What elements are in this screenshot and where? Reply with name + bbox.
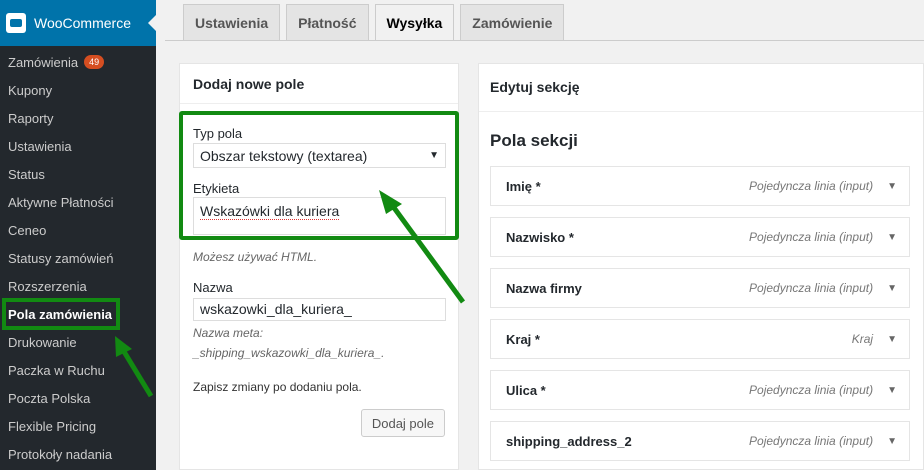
field-row-type: Pojedyncza linia (input) <box>749 179 874 193</box>
tab-platnosc[interactable]: Płatność <box>286 4 369 40</box>
field-row-name: Nazwa firmy <box>506 280 582 296</box>
add-field-button[interactable]: Dodaj pole <box>360 409 445 437</box>
sidebar-item-label: Paczka w Ruchu <box>8 362 105 378</box>
sidebar-item-label: Drukowanie <box>8 334 77 350</box>
sidebar-item-label: Poczta Polska <box>8 390 91 406</box>
field-row-type: Kraj <box>851 332 874 346</box>
sidebar-item-label: Zamówienia <box>8 54 79 70</box>
field-row-ulica[interactable]: Ulica * Pojedyncza linia (input) ▼ <box>490 370 910 410</box>
woocommerce-menu-header[interactable]: WooCommerce <box>0 0 156 46</box>
field-row-name: Nazwisko * <box>506 229 574 245</box>
add-field-panel: Dodaj nowe pole Typ pola Obszar tekstowy… <box>179 63 459 470</box>
sidebar-item-ustawienia[interactable]: Ustawienia <box>0 132 156 160</box>
sidebar-item-poczta-polska[interactable]: Poczta Polska <box>0 384 156 412</box>
highlight-box-menu <box>2 298 120 330</box>
tab-zamowienie[interactable]: Zamówienie <box>460 4 565 40</box>
sidebar-item-label: Kupony <box>8 82 53 98</box>
sidebar-item-label: Flexible Pricing <box>8 418 97 434</box>
field-row-nazwisko[interactable]: Nazwisko * Pojedyncza linia (input) ▼ <box>490 217 910 257</box>
settings-tabs: Ustawienia Płatność Wysyłka Zamówienie <box>183 4 570 40</box>
sidebar-item-label: Protokoły nadania <box>8 446 113 462</box>
sidebar-item-flexible-pricing[interactable]: Flexible Pricing <box>0 412 156 440</box>
woocommerce-icon <box>6 13 26 33</box>
sidebar-item-zamowienia[interactable]: Zamówienia 49 <box>0 48 156 76</box>
html-hint: Możesz używać HTML. <box>193 250 318 264</box>
sidebar-item-drukowanie[interactable]: Drukowanie <box>0 328 156 356</box>
section-fields-title: Pola sekcji <box>490 131 578 150</box>
field-row-name: shipping_address_2 <box>506 433 632 449</box>
meta-hint-label: Nazwa meta: <box>193 326 264 340</box>
chevron-down-icon[interactable]: ▼ <box>887 232 897 243</box>
chevron-down-icon[interactable]: ▼ <box>887 334 897 345</box>
tab-divider <box>165 40 924 41</box>
save-note: Zapisz zmiany po dodaniu pola. <box>193 380 362 394</box>
field-name-label: Nazwa <box>193 280 233 295</box>
field-row-kraj[interactable]: Kraj * Kraj ▼ <box>490 319 910 359</box>
sidebar-item-label: Status <box>8 166 45 182</box>
field-name-input[interactable]: wskazowki_dla_kuriera_ <box>193 298 446 321</box>
field-row-type: Pojedyncza linia (input) <box>749 281 874 295</box>
field-row-name: Ulica * <box>506 382 546 398</box>
sidebar-item-ceneo[interactable]: Ceneo <box>0 216 156 244</box>
menu-pointer <box>148 15 156 31</box>
submenu: Zamówienia 49 Kupony Raporty Ustawienia S… <box>0 46 156 468</box>
highlight-box-fields <box>179 111 459 240</box>
sidebar-item-aktywne-platnosci[interactable]: Aktywne Płatności <box>0 188 156 216</box>
sidebar-item-rozszerzenia[interactable]: Rozszerzenia <box>0 272 156 300</box>
edit-panel-title: Edytuj sekcję <box>479 64 923 112</box>
field-row-name: Kraj * <box>506 331 540 347</box>
sidebar-item-label: Rozszerzenia <box>8 278 87 294</box>
chevron-down-icon[interactable]: ▼ <box>887 181 897 192</box>
sidebar-item-kupony[interactable]: Kupony <box>0 76 156 104</box>
field-row-name: Imię * <box>506 178 541 194</box>
admin-sidebar: WooCommerce Zamówienia 49 Kupony Raporty … <box>0 0 156 470</box>
chevron-down-icon[interactable]: ▼ <box>887 283 897 294</box>
meta-hint-value: _shipping_wskazowki_dla_kuriera_. <box>193 346 385 360</box>
sidebar-item-statusy-zamowien[interactable]: Statusy zamówień <box>0 244 156 272</box>
sidebar-item-label: Ceneo <box>8 222 47 238</box>
sidebar-item-label: Statusy zamówień <box>8 250 114 266</box>
sidebar-item-label: Ustawienia <box>8 138 72 154</box>
field-row-type: Pojedyncza linia (input) <box>749 230 874 244</box>
sidebar-item-paczka-w-ruchu[interactable]: Paczka w Ruchu <box>0 356 156 384</box>
woocommerce-title: WooCommerce <box>34 15 131 31</box>
tab-ustawienia[interactable]: Ustawienia <box>183 4 281 40</box>
chevron-down-icon[interactable]: ▼ <box>887 385 897 396</box>
field-row-shipping-address-2[interactable]: shipping_address_2 Pojedyncza linia (inpu… <box>490 421 910 461</box>
sidebar-item-label: Raporty <box>8 110 54 126</box>
chevron-down-icon[interactable]: ▼ <box>887 436 897 447</box>
sidebar-item-protokoly-nadania[interactable]: Protokoły nadania <box>0 440 156 468</box>
field-row-imie[interactable]: Imię * Pojedyncza linia (input) ▼ <box>490 166 910 206</box>
sidebar-item-label: Aktywne Płatności <box>8 194 114 210</box>
field-row-type: Pojedyncza linia (input) <box>749 434 874 448</box>
sidebar-item-status[interactable]: Status <box>0 160 156 188</box>
add-panel-title: Dodaj nowe pole <box>180 64 458 104</box>
field-row-type: Pojedyncza linia (input) <box>749 383 874 397</box>
edit-section-panel: Edytuj sekcję Pola sekcji Imię * Pojedync… <box>478 63 924 470</box>
sidebar-item-raporty[interactable]: Raporty <box>0 104 156 132</box>
orders-count-badge: 49 <box>84 55 105 69</box>
field-row-nazwa-firmy[interactable]: Nazwa firmy Pojedyncza linia (input) ▼ <box>490 268 910 308</box>
tab-wysylka[interactable]: Wysyłka <box>374 4 455 40</box>
